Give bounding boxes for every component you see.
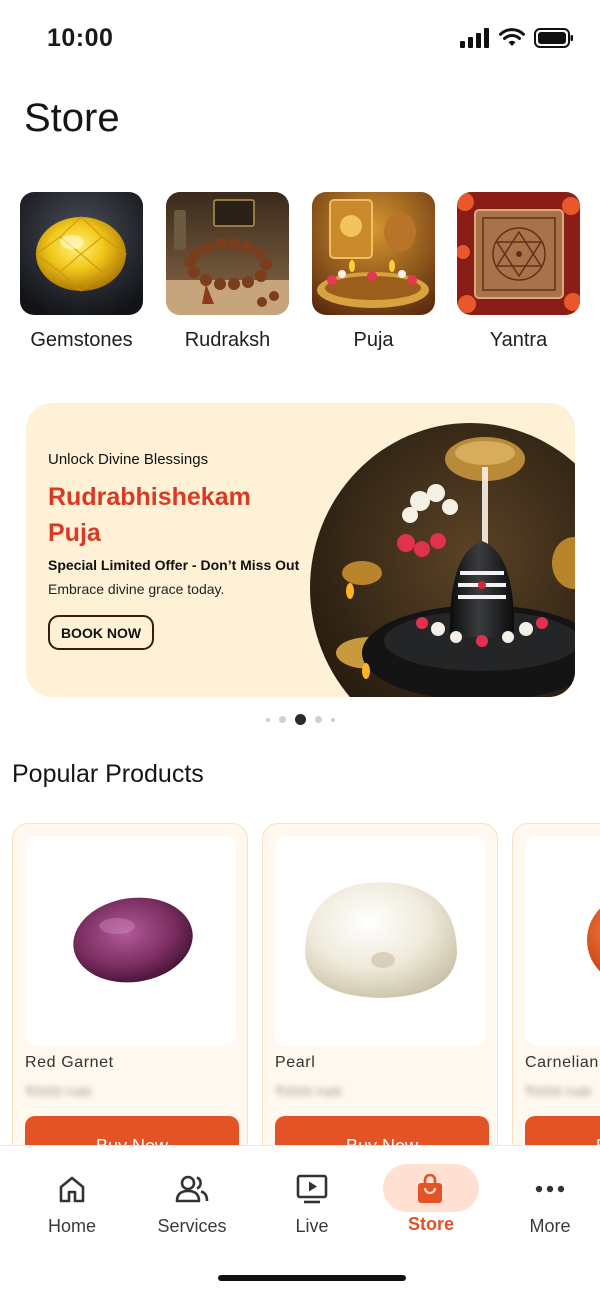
status-bar: 10:00 xyxy=(0,0,600,78)
page-title: Store xyxy=(24,96,120,140)
tab-services[interactable]: Services xyxy=(132,1146,252,1246)
category-label: Puja xyxy=(353,329,394,351)
banner-kicker: Unlock Divine Blessings xyxy=(48,451,209,468)
product-price: ₹0000 /ratti xyxy=(25,1084,92,1099)
yantra-plate-image xyxy=(457,192,580,315)
puja-thali-image xyxy=(312,192,435,315)
status-icons xyxy=(460,28,574,48)
product-name: Carnelian xyxy=(525,1054,599,1071)
category-gemstones[interactable]: Gemstones xyxy=(20,192,143,352)
tab-label: Home xyxy=(47,1216,96,1236)
product-card[interactable]: Pearl ₹0000 /ratti Buy Now xyxy=(262,823,498,1153)
product-image xyxy=(25,836,236,1046)
battery-icon xyxy=(534,28,573,48)
carnelian-image xyxy=(587,908,600,972)
promo-banner[interactable]: Unlock Divine Blessings Rudrabhishekam P… xyxy=(26,403,575,697)
banner-offer: Special Limited Offer - Don’t Miss Out xyxy=(48,557,300,573)
shivling-abhishek-image xyxy=(310,423,575,697)
tab-store[interactable]: Store xyxy=(380,1146,500,1246)
product-card[interactable]: Red Garnet ₹0000 /ratti Buy Now xyxy=(12,823,248,1153)
product-image xyxy=(275,836,486,1046)
category-label: Gemstones xyxy=(30,329,133,351)
category-puja[interactable]: Puja xyxy=(312,192,435,352)
book-now-button[interactable]: BOOK NOW xyxy=(48,615,154,650)
cellular-signal-icon xyxy=(460,28,489,48)
carousel-dot[interactable] xyxy=(330,717,335,722)
carousel-indicator[interactable] xyxy=(0,714,600,725)
yellow-gemstone-image xyxy=(20,192,143,315)
product-card[interactable]: Carnelian ₹0000 /ratti Buy Now xyxy=(512,823,600,1153)
rudraksha-beads-image xyxy=(166,192,289,315)
category-rudraksh[interactable]: Rudraksh xyxy=(166,192,289,352)
pearl-image xyxy=(305,882,457,998)
tab-live[interactable]: Live xyxy=(252,1146,372,1246)
tab-label: Live xyxy=(295,1216,329,1236)
tab-label: Services xyxy=(157,1216,227,1236)
carousel-dot-active[interactable] xyxy=(294,714,306,725)
carousel-dot[interactable] xyxy=(314,716,322,723)
popular-products-title: Popular Products xyxy=(12,760,204,788)
red-garnet-image xyxy=(73,897,193,983)
home-icon xyxy=(50,1172,94,1206)
people-icon xyxy=(170,1172,214,1206)
category-label: Rudraksh xyxy=(184,329,271,351)
product-price: ₹0000 /ratti xyxy=(275,1084,342,1099)
product-name: Red Garnet xyxy=(25,1054,114,1071)
shopping-bag-icon xyxy=(408,1172,452,1206)
category-row: Gemstones Rudraksh Puja Yantra xyxy=(20,192,600,362)
products-carousel[interactable]: Red Garnet ₹0000 /ratti Buy Now Pearl ₹0… xyxy=(12,823,600,1153)
home-indicator xyxy=(218,1275,406,1281)
product-price: ₹0000 /ratti xyxy=(525,1084,592,1099)
category-yantra[interactable]: Yantra xyxy=(457,192,580,352)
tab-home[interactable]: Home xyxy=(12,1146,132,1246)
banner-title: Rudrabhishekam Puja xyxy=(48,483,251,547)
carousel-dot[interactable] xyxy=(278,716,286,723)
carousel-dot[interactable] xyxy=(265,717,270,722)
status-time: 10:00 xyxy=(47,24,114,52)
category-label: Yantra xyxy=(489,329,548,351)
product-name: Pearl xyxy=(275,1054,316,1071)
wifi-icon xyxy=(499,28,525,46)
more-dots-icon xyxy=(528,1172,572,1206)
tab-label: More xyxy=(529,1216,571,1236)
tab-more[interactable]: More xyxy=(490,1146,600,1246)
tab-label: Store xyxy=(407,1214,454,1234)
product-image xyxy=(525,836,600,1046)
play-screen-icon xyxy=(290,1172,334,1206)
banner-subtitle: Embrace divine grace today. xyxy=(48,581,225,597)
